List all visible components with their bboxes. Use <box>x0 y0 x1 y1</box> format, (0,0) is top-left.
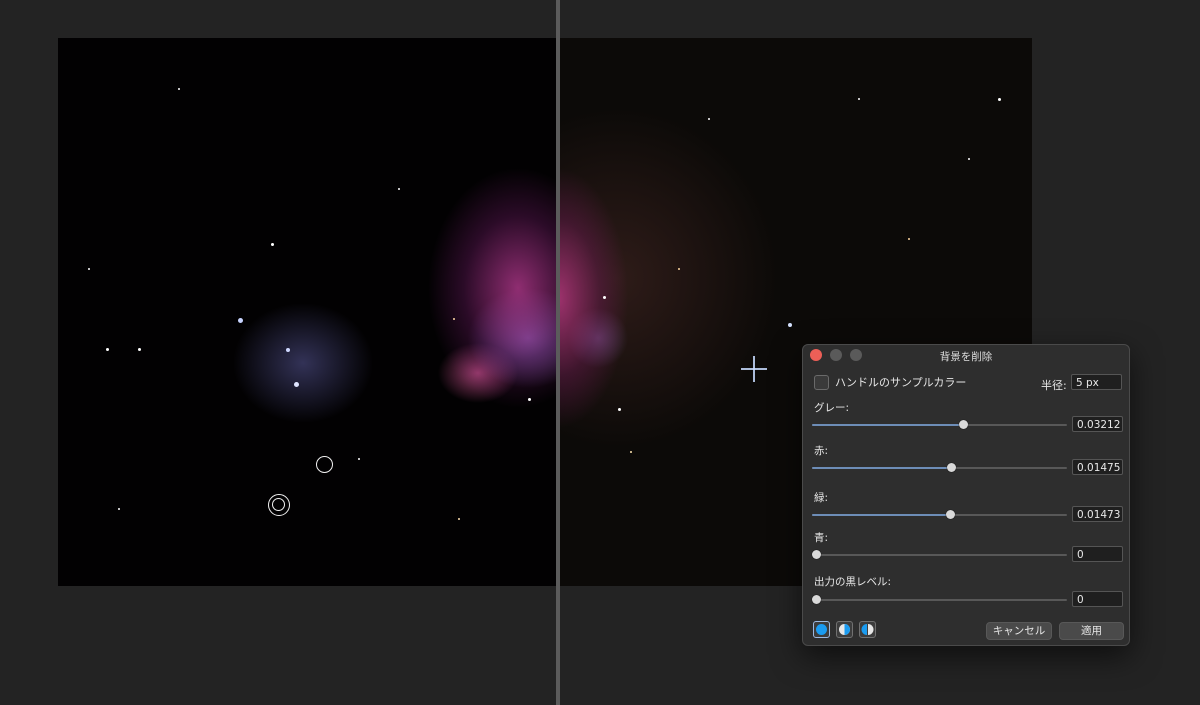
star <box>788 323 792 327</box>
gray-slider-thumb[interactable] <box>958 420 968 429</box>
star <box>708 118 710 120</box>
handle-sample-color-row[interactable]: ハンドルのサンプルカラー <box>814 374 966 390</box>
star <box>106 348 109 351</box>
star <box>630 451 632 453</box>
red-value-field[interactable]: 0.01475 <box>1072 459 1123 475</box>
dialog-titlebar[interactable]: 背景を削除 <box>803 345 1129 365</box>
green-slider[interactable] <box>812 510 1067 519</box>
star <box>118 508 120 510</box>
star <box>458 518 460 520</box>
star <box>453 318 455 320</box>
blue-label: 青: <box>814 532 829 544</box>
red-slider-thumb[interactable] <box>947 463 957 472</box>
view-mirror-button[interactable] <box>859 621 876 638</box>
star <box>858 98 860 100</box>
before-preview <box>58 38 558 586</box>
bright-star <box>741 356 767 382</box>
gray-value-field[interactable]: 0.03212 <box>1072 416 1123 432</box>
star <box>398 188 400 190</box>
sample-handle[interactable] <box>316 456 333 473</box>
star <box>138 348 141 351</box>
star <box>294 382 299 387</box>
sample-handle-selected[interactable] <box>268 494 290 516</box>
gray-slider-fill <box>812 424 959 426</box>
mirror-half-circle-icon <box>861 624 874 635</box>
red-slider-fill <box>812 467 948 469</box>
blue-slider-thumb[interactable] <box>812 550 821 559</box>
star <box>908 238 910 240</box>
star <box>603 296 606 299</box>
star <box>528 398 531 401</box>
output-black-level-value-field[interactable]: 0 <box>1072 591 1123 607</box>
full-circle-icon <box>816 624 827 635</box>
star <box>178 88 180 90</box>
red-label: 赤: <box>814 445 829 457</box>
star <box>678 268 680 270</box>
star <box>286 348 290 352</box>
star <box>271 243 274 246</box>
green-label: 緑: <box>814 492 829 504</box>
gray-slider[interactable] <box>812 420 1067 429</box>
radius-label: 半径: <box>1041 379 1067 392</box>
half-circle-icon <box>839 624 850 635</box>
star <box>358 458 360 460</box>
red-slider[interactable] <box>812 463 1067 472</box>
view-full-button[interactable] <box>813 621 830 638</box>
star <box>618 408 621 411</box>
blue-value-field[interactable]: 0 <box>1072 546 1123 562</box>
star <box>998 98 1001 101</box>
blue-slider[interactable] <box>812 550 1067 559</box>
output-black-level-label: 出力の黒レベル: <box>814 576 892 588</box>
radius-field[interactable]: 5 px <box>1071 374 1122 390</box>
handle-sample-color-label: ハンドルのサンプルカラー <box>835 376 967 389</box>
output-black-level-slider-thumb[interactable] <box>812 595 821 604</box>
apply-button[interactable]: 適用 <box>1059 622 1124 640</box>
view-split-button[interactable] <box>836 621 853 638</box>
output-black-level-slider[interactable] <box>812 595 1067 604</box>
green-slider-thumb[interactable] <box>945 510 955 519</box>
split-view-divider[interactable] <box>556 0 560 705</box>
remove-background-dialog: 背景を削除 ハンドルのサンプルカラー 半径: 5 px グレー: 0.03212… <box>802 344 1130 646</box>
star <box>88 268 90 270</box>
green-slider-fill <box>812 514 946 516</box>
dialog-title: 背景を削除 <box>939 351 993 363</box>
cancel-button[interactable]: キャンセル <box>986 622 1052 640</box>
star <box>968 158 970 160</box>
green-value-field[interactable]: 0.01473 <box>1072 506 1123 522</box>
gray-label: グレー: <box>814 402 850 414</box>
star <box>238 318 243 323</box>
handle-sample-color-checkbox[interactable] <box>814 374 829 390</box>
